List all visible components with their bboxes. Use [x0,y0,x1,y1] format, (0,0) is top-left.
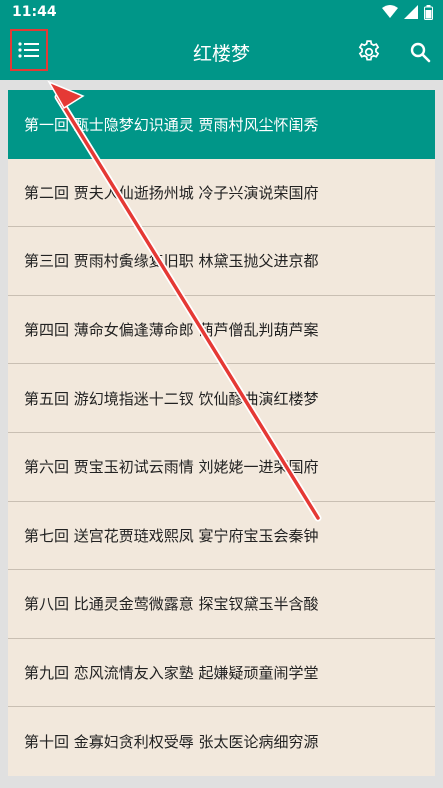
wifi-icon [382,5,398,18]
chapter-label: 第二回 贾夫人仙逝扬州城 冷子兴演说荣国府 [24,183,319,202]
chapter-label: 第一回 甄士隐梦幻识通灵 贾雨村风尘怀闺秀 [24,115,319,134]
chapter-label: 第八回 比通灵金莺微露意 探宝钗黛玉半含酸 [24,595,319,614]
battery-icon [424,4,433,20]
chapter-item[interactable]: 第十回 金寡妇贪利权受辱 张太医论病细穷源 [8,707,435,776]
chapter-label: 第十回 金寡妇贪利权受辱 张太医论病细穷源 [24,733,319,752]
chapter-list: 第一回 甄士隐梦幻识通灵 贾雨村风尘怀闺秀 第二回 贾夫人仙逝扬州城 冷子兴演说… [8,90,435,776]
chapter-item[interactable]: 第三回 贾雨村夤缘复旧职 林黛玉抛父进京都 [8,227,435,296]
chapter-item[interactable]: 第四回 薄命女偏逢薄命郎 葫芦僧乱判葫芦案 [8,296,435,365]
signal-icon [404,5,418,19]
chapter-item[interactable]: 第二回 贾夫人仙逝扬州城 冷子兴演说荣国府 [8,159,435,228]
status-bar: 11:44 [0,0,443,24]
chapter-item[interactable]: 第八回 比通灵金莺微露意 探宝钗黛玉半含酸 [8,570,435,639]
chapter-label: 第四回 薄命女偏逢薄命郎 葫芦僧乱判葫芦案 [24,321,319,340]
chapter-label: 第九回 恋风流情友入家塾 起嫌疑顽童闹学堂 [24,664,319,683]
settings-button[interactable] [354,37,384,67]
chapter-label: 第六回 贾宝玉初试云雨情 刘姥姥一进荣国府 [24,458,319,477]
search-button[interactable] [405,37,435,67]
chapter-label: 第七回 送宫花贾琏戏熙凤 宴宁府宝玉会秦钟 [24,526,319,545]
list-icon [18,42,39,58]
search-icon [410,42,431,63]
chapter-item[interactable]: 第五回 游幻境指迷十二钗 饮仙醪曲演红楼梦 [8,364,435,433]
chapter-item[interactable]: 第七回 送宫花贾琏戏熙凤 宴宁府宝玉会秦钟 [8,502,435,571]
chapter-label: 第三回 贾雨村夤缘复旧职 林黛玉抛父进京都 [24,252,319,271]
chapter-item[interactable]: 第九回 恋风流情友入家塾 起嫌疑顽童闹学堂 [8,639,435,708]
menu-button[interactable] [10,29,48,71]
chapter-item[interactable]: 第一回 甄士隐梦幻识通灵 贾雨村风尘怀闺秀 [8,90,435,159]
status-time: 11:44 [12,4,57,20]
status-icons [382,4,433,20]
app-bar: 红楼梦 [0,24,443,80]
chapter-label: 第五回 游幻境指迷十二钗 饮仙醪曲演红楼梦 [24,389,319,408]
chapter-item[interactable]: 第六回 贾宝玉初试云雨情 刘姥姥一进荣国府 [8,433,435,502]
gear-icon [358,40,380,61]
